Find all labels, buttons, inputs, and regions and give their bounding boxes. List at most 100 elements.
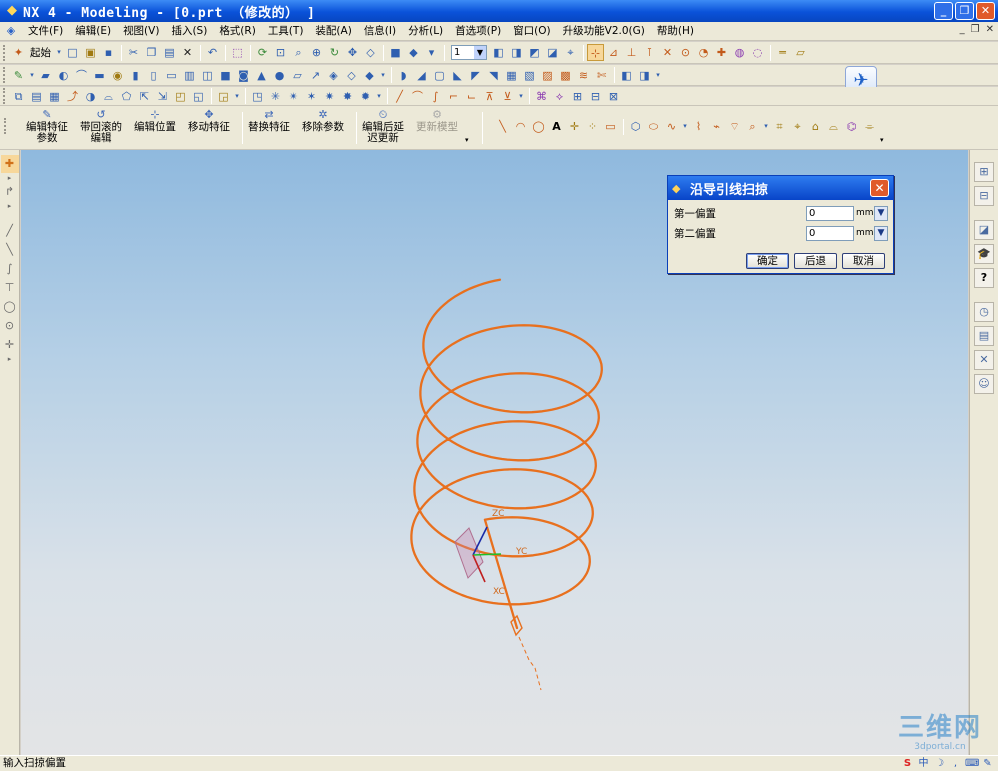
- process-studio-icon[interactable]: ✕: [974, 350, 994, 370]
- project-curve-icon[interactable]: ⊼: [481, 88, 498, 105]
- reuse-library-icon[interactable]: ◪: [974, 220, 994, 240]
- history-icon[interactable]: ◷: [974, 302, 994, 322]
- snap-center-icon[interactable]: ⊙: [677, 44, 694, 61]
- edit-with-rollback-button[interactable]: ↺ 带回滚的 编辑: [76, 108, 126, 148]
- circle-curve-icon[interactable]: ◯: [530, 118, 547, 135]
- sphere-icon[interactable]: ●: [271, 67, 288, 84]
- menu-help[interactable]: 帮助(H): [651, 22, 700, 41]
- snap-oncurve-icon[interactable]: ◌: [749, 44, 766, 61]
- subtract-icon[interactable]: ◇: [343, 67, 360, 84]
- help-icon[interactable]: ?: [974, 268, 994, 288]
- intersect-curve-icon[interactable]: ⊻: [499, 88, 516, 105]
- toolbar-grip[interactable]: [4, 118, 8, 134]
- doc-minimize-button[interactable]: _: [960, 24, 965, 35]
- menu-format[interactable]: 格式(R): [213, 22, 262, 41]
- extrude-icon[interactable]: ▰: [37, 67, 54, 84]
- menu-edit[interactable]: 编辑(E): [69, 22, 117, 41]
- chevron-down-icon[interactable]: ▼: [474, 46, 486, 59]
- through-mesh-icon[interactable]: ▦: [46, 88, 63, 105]
- sketch-constraint-icon[interactable]: ⊤: [1, 279, 19, 297]
- unite-icon[interactable]: ◈: [325, 67, 342, 84]
- offset-curve-icon[interactable]: ∫: [427, 88, 444, 105]
- sketch-point-icon[interactable]: ✛: [1, 336, 19, 354]
- snap-onface-icon[interactable]: ◍: [731, 44, 748, 61]
- curve-length-icon[interactable]: ⌬: [843, 118, 860, 135]
- shaded-icon[interactable]: ■: [387, 44, 404, 61]
- basic-line-icon[interactable]: ╲: [494, 118, 511, 135]
- copy-layer-icon[interactable]: ◪: [544, 44, 561, 61]
- roles-icon[interactable]: ☺: [974, 374, 994, 394]
- rotate-icon[interactable]: ↻: [326, 44, 343, 61]
- new-file-icon[interactable]: □: [64, 44, 81, 61]
- nx-menu-icon[interactable]: ◈: [3, 24, 19, 38]
- second-offset-input[interactable]: [806, 225, 854, 241]
- layer-combo[interactable]: 1 ▼: [451, 45, 487, 60]
- edit-surface-icon[interactable]: ◳: [249, 88, 266, 105]
- datum-plane-icon[interactable]: ▱: [289, 67, 306, 84]
- sketch-mode-icon[interactable]: ✚: [0, 155, 19, 173]
- restore-button[interactable]: ❐: [955, 2, 974, 20]
- zoom-window-icon[interactable]: ⊕: [308, 44, 325, 61]
- delete-icon[interactable]: ✕: [179, 44, 196, 61]
- view-orient-icon[interactable]: ▾: [423, 44, 440, 61]
- extension-icon[interactable]: ⇱: [136, 88, 153, 105]
- polygon-icon[interactable]: ⬡: [627, 118, 644, 135]
- layer-settings-icon[interactable]: ◧: [490, 44, 507, 61]
- basic-arc-icon[interactable]: ◠: [512, 118, 529, 135]
- i-form-icon[interactable]: ✴: [285, 88, 302, 105]
- trim-corner-icon[interactable]: ⌖: [789, 118, 806, 135]
- snap-quadrant-icon[interactable]: ◔: [695, 44, 712, 61]
- sketch-curve-icon[interactable]: ∫: [1, 260, 19, 278]
- ime-logo-icon[interactable]: S: [901, 757, 914, 770]
- pattern-icon[interactable]: ▨: [539, 67, 556, 84]
- point-icon[interactable]: ✛: [566, 118, 583, 135]
- tube-icon[interactable]: ▬: [91, 67, 108, 84]
- dropdown-arrow-icon[interactable]: ▸: [1, 174, 19, 182]
- offset-surface-icon[interactable]: ◰: [172, 88, 189, 105]
- offset-face-icon[interactable]: ▦: [503, 67, 520, 84]
- pocket-icon[interactable]: ▯: [145, 67, 162, 84]
- cut-icon[interactable]: ✂: [125, 44, 142, 61]
- move-layer-icon[interactable]: ◩: [526, 44, 543, 61]
- section-icon[interactable]: ◑: [82, 88, 99, 105]
- ime-mode-icon[interactable]: 中: [917, 757, 930, 770]
- deviation-icon[interactable]: ⟡: [551, 88, 568, 105]
- layer-visible-icon[interactable]: ◨: [508, 44, 525, 61]
- ime-punct-icon[interactable]: ,: [949, 757, 962, 770]
- patch-icon[interactable]: ◧: [618, 67, 635, 84]
- sketch-icon[interactable]: ✎: [10, 67, 27, 84]
- menu-insert[interactable]: 插入(S): [165, 22, 213, 41]
- second-offset-menu-button[interactable]: ▼: [874, 225, 888, 241]
- wrap-icon[interactable]: ◨: [636, 67, 653, 84]
- slot-icon[interactable]: ▥: [181, 67, 198, 84]
- ok-button[interactable]: 确定: [746, 253, 789, 269]
- x-form-icon[interactable]: ✳: [267, 88, 284, 105]
- n-sided-icon[interactable]: ⬠: [118, 88, 135, 105]
- bridge-icon[interactable]: ⌓: [100, 88, 117, 105]
- scale-icon[interactable]: ▧: [521, 67, 538, 84]
- text-icon[interactable]: A: [548, 118, 565, 135]
- block-icon[interactable]: ■: [217, 67, 234, 84]
- snap-control-icon[interactable]: ⊺: [641, 44, 658, 61]
- snap-mid-icon[interactable]: ⊥: [623, 44, 640, 61]
- move-pole-icon[interactable]: ✶: [303, 88, 320, 105]
- bridge-curve-icon[interactable]: ⌐: [445, 88, 462, 105]
- replace-feature-button[interactable]: ⇄ 替换特征: [244, 108, 294, 148]
- rectangle-icon[interactable]: ▭: [602, 118, 619, 135]
- snap-intersect-icon[interactable]: ✕: [659, 44, 676, 61]
- assembly-navigator-icon[interactable]: ⊞: [974, 162, 994, 182]
- split-body-icon[interactable]: ◥: [485, 67, 502, 84]
- groove-icon[interactable]: ◫: [199, 67, 216, 84]
- menu-tools[interactable]: 工具(T): [262, 22, 310, 41]
- first-offset-input[interactable]: [806, 205, 854, 221]
- point-set-icon[interactable]: ⁘: [584, 118, 601, 135]
- menu-information[interactable]: 信息(I): [358, 22, 402, 41]
- ime-keyboard-icon[interactable]: ⌨: [965, 757, 979, 770]
- smooth-spline-icon[interactable]: ⌯: [861, 118, 878, 135]
- sweep-guide-icon[interactable]: ⌒: [73, 67, 90, 84]
- dialog-close-button[interactable]: ✕: [870, 179, 889, 197]
- perspective-icon[interactable]: ◇: [362, 44, 379, 61]
- face-analysis-icon[interactable]: ⊞: [569, 88, 586, 105]
- part-navigator-icon[interactable]: ⊟: [974, 186, 994, 206]
- divide-curve-icon[interactable]: ⌂: [807, 118, 824, 135]
